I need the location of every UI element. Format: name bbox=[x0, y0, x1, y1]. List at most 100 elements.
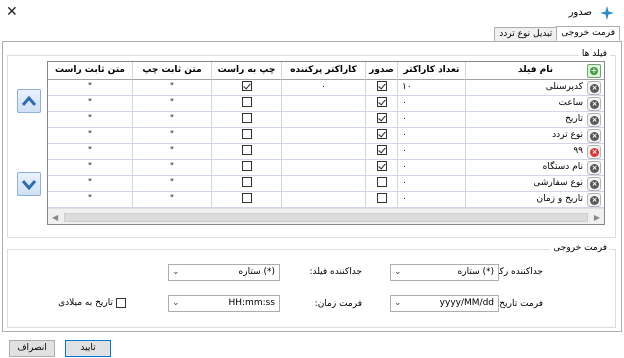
fixed-text-right-cell[interactable]: " bbox=[48, 160, 133, 176]
col-fixed-text-right[interactable]: متن ثابت راست bbox=[48, 62, 133, 80]
left-to-right-checkbox[interactable] bbox=[241, 96, 252, 107]
export-cell[interactable] bbox=[366, 176, 398, 192]
fixed-text-left-cell[interactable]: " bbox=[133, 160, 212, 176]
char-count-cell[interactable]: ۰ bbox=[398, 128, 466, 144]
export-cell[interactable] bbox=[366, 80, 398, 96]
col-fixed-text-left[interactable]: متن ثابت چپ bbox=[133, 62, 212, 80]
field-name-cell[interactable]: نوع سفارشی × bbox=[466, 176, 604, 192]
table-row[interactable]: " " ۰ نام دستگاه × bbox=[48, 160, 604, 176]
scroll-thumb[interactable] bbox=[64, 213, 588, 222]
col-export[interactable]: صدور bbox=[366, 62, 398, 80]
cancel-button[interactable]: انصراف bbox=[9, 340, 55, 357]
fixed-text-right-cell[interactable]: " bbox=[48, 176, 133, 192]
char-count-cell[interactable]: ۰ bbox=[398, 112, 466, 128]
table-row[interactable]: " " ۰ تاریخ × bbox=[48, 112, 604, 128]
left-to-right-checkbox[interactable] bbox=[241, 128, 252, 139]
fixed-text-left-cell[interactable]: " bbox=[133, 144, 212, 160]
char-count-cell[interactable]: ۰ bbox=[398, 176, 466, 192]
export-cell[interactable] bbox=[366, 144, 398, 160]
filler-char-cell[interactable]: ۰ bbox=[282, 80, 366, 96]
table-row[interactable]: " " ۰ ساعت × bbox=[48, 96, 604, 112]
export-checkbox[interactable] bbox=[376, 176, 387, 187]
table-row[interactable]: " " ۰ نوع سفارشی × bbox=[48, 176, 604, 192]
export-cell[interactable] bbox=[366, 128, 398, 144]
fixed-text-left-cell[interactable]: " bbox=[133, 128, 212, 144]
export-checkbox[interactable] bbox=[376, 192, 387, 203]
field-name-cell[interactable]: کدپرسنلی × bbox=[466, 80, 604, 96]
fixed-text-left-cell[interactable]: " bbox=[133, 176, 212, 192]
remove-field-button[interactable]: × bbox=[587, 161, 601, 175]
char-count-cell[interactable]: ۱۰ bbox=[398, 80, 466, 96]
left-to-right-cell[interactable] bbox=[212, 128, 282, 144]
export-checkbox[interactable] bbox=[376, 96, 387, 107]
gregorian-date-checkbox[interactable] bbox=[116, 298, 126, 308]
fixed-text-left-cell[interactable]: " bbox=[133, 80, 212, 96]
left-to-right-checkbox[interactable] bbox=[241, 144, 252, 155]
col-char-count[interactable]: تعداد کاراکتر bbox=[398, 62, 466, 80]
remove-field-button[interactable]: × bbox=[587, 177, 601, 191]
move-down-button[interactable] bbox=[17, 172, 41, 196]
ok-button[interactable]: تایید bbox=[65, 340, 111, 357]
fixed-text-right-cell[interactable]: " bbox=[48, 192, 133, 208]
table-row[interactable]: " " ۰ ۱۰ کدپرسنلی × bbox=[48, 80, 604, 96]
record-separator-select[interactable]: ستاره (*) ⌄ bbox=[390, 264, 499, 281]
export-cell[interactable] bbox=[366, 192, 398, 208]
left-to-right-cell[interactable] bbox=[212, 112, 282, 128]
left-to-right-cell[interactable] bbox=[212, 80, 282, 96]
col-filler-char[interactable]: کاراکتر پرکننده bbox=[282, 62, 366, 80]
table-row[interactable]: " " ۰ ۹۹ × bbox=[48, 144, 604, 160]
left-to-right-checkbox[interactable] bbox=[241, 80, 252, 91]
scroll-left-icon[interactable]: ◀ bbox=[52, 213, 58, 222]
export-cell[interactable] bbox=[366, 96, 398, 112]
char-count-cell[interactable]: ۰ bbox=[398, 160, 466, 176]
filler-char-cell[interactable] bbox=[282, 144, 366, 160]
remove-field-button[interactable]: × bbox=[587, 97, 601, 111]
fixed-text-right-cell[interactable]: " bbox=[48, 112, 133, 128]
add-field-button[interactable]: + bbox=[587, 64, 601, 78]
left-to-right-cell[interactable] bbox=[212, 96, 282, 112]
filler-char-cell[interactable] bbox=[282, 128, 366, 144]
left-to-right-checkbox[interactable] bbox=[241, 176, 252, 187]
close-icon[interactable]: ✕ bbox=[6, 4, 18, 20]
table-row[interactable]: " " ۰ تاریخ و زمان × bbox=[48, 192, 604, 208]
left-to-right-cell[interactable] bbox=[212, 176, 282, 192]
export-checkbox[interactable] bbox=[376, 128, 387, 139]
fixed-text-right-cell[interactable]: " bbox=[48, 80, 133, 96]
left-to-right-checkbox[interactable] bbox=[241, 112, 252, 123]
export-checkbox[interactable] bbox=[376, 112, 387, 123]
fixed-text-right-cell[interactable]: " bbox=[48, 144, 133, 160]
fixed-text-right-cell[interactable]: " bbox=[48, 128, 133, 144]
filler-char-cell[interactable] bbox=[282, 112, 366, 128]
field-name-cell[interactable]: نوع تردد × bbox=[466, 128, 604, 144]
export-checkbox[interactable] bbox=[376, 160, 387, 171]
tab-traffic-type-conversion[interactable]: تبدیل نوع تردد bbox=[494, 27, 558, 41]
export-cell[interactable] bbox=[366, 160, 398, 176]
left-to-right-cell[interactable] bbox=[212, 192, 282, 208]
field-name-cell[interactable]: ساعت × bbox=[466, 96, 604, 112]
filler-char-cell[interactable] bbox=[282, 96, 366, 112]
fixed-text-left-cell[interactable]: " bbox=[133, 192, 212, 208]
export-checkbox[interactable] bbox=[376, 144, 387, 155]
export-cell[interactable] bbox=[366, 112, 398, 128]
remove-field-button[interactable]: × bbox=[587, 129, 601, 143]
time-format-select[interactable]: HH:mm:ss ⌄ bbox=[168, 295, 280, 312]
remove-field-button[interactable]: × bbox=[587, 81, 601, 95]
col-left-to-right[interactable]: چپ به راست bbox=[212, 62, 282, 80]
filler-char-cell[interactable] bbox=[282, 176, 366, 192]
field-name-cell[interactable]: ۹۹ × bbox=[466, 144, 604, 160]
left-to-right-cell[interactable] bbox=[212, 144, 282, 160]
remove-field-button[interactable]: × bbox=[587, 145, 601, 159]
export-checkbox[interactable] bbox=[376, 80, 387, 91]
col-field-name[interactable]: نام فیلد + bbox=[466, 62, 604, 80]
date-format-select[interactable]: yyyy/MM/dd ⌄ bbox=[390, 295, 499, 312]
fixed-text-right-cell[interactable]: " bbox=[48, 96, 133, 112]
field-name-cell[interactable]: تاریخ و زمان × bbox=[466, 192, 604, 208]
left-to-right-checkbox[interactable] bbox=[241, 192, 252, 203]
left-to-right-checkbox[interactable] bbox=[241, 160, 252, 171]
horizontal-scrollbar[interactable]: ◀ ▶ bbox=[48, 208, 604, 224]
char-count-cell[interactable]: ۰ bbox=[398, 96, 466, 112]
scroll-right-icon[interactable]: ▶ bbox=[594, 213, 600, 222]
filler-char-cell[interactable] bbox=[282, 192, 366, 208]
remove-field-button[interactable]: × bbox=[587, 113, 601, 127]
char-count-cell[interactable]: ۰ bbox=[398, 192, 466, 208]
